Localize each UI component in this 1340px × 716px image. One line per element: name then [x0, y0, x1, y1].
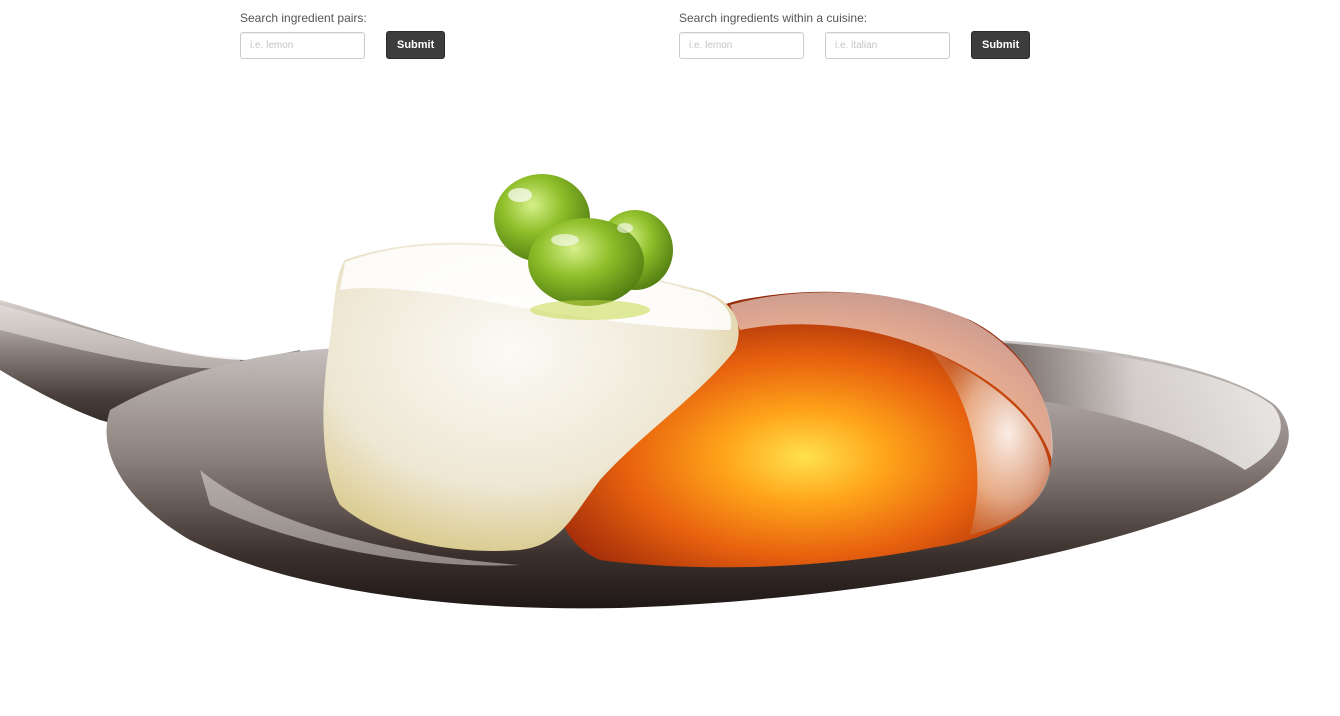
- cuisine-submit-button[interactable]: Submit: [971, 31, 1031, 59]
- pair-submit-button[interactable]: Submit: [386, 31, 446, 59]
- ingredient-pairs-form: Search ingredient pairs: Submit: [240, 10, 446, 59]
- hero-food-image: [0, 174, 1289, 609]
- pearl-highlight: [551, 234, 579, 246]
- cuisine-ingredients-row: Submit: [679, 31, 1031, 59]
- ingredient-pairs-row: Submit: [240, 31, 446, 59]
- cuisine-ingredients-form: Search ingredients within a cuisine: Sub…: [679, 10, 1031, 59]
- page: Search ingredient pairs: Submit Search i…: [0, 0, 1340, 716]
- cuisine-input[interactable]: [825, 31, 950, 59]
- pearl-juice: [530, 300, 650, 320]
- ingredient-pairs-label: Search ingredient pairs:: [240, 11, 367, 25]
- cuisine-ingredient-input[interactable]: [679, 31, 804, 59]
- pearl-highlight: [617, 223, 633, 233]
- pair-ingredient-input[interactable]: [240, 31, 365, 59]
- cuisine-ingredients-label: Search ingredients within a cuisine:: [679, 11, 868, 25]
- pearl-highlight: [508, 188, 532, 202]
